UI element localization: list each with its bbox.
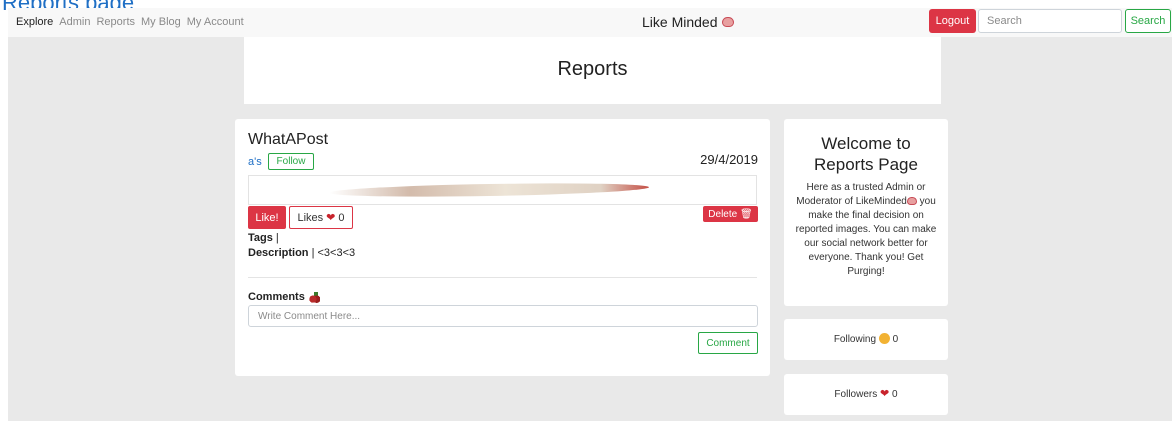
app-container: Explore Admin Reports My Blog My Account… [8, 8, 1172, 421]
post-divider [248, 277, 757, 278]
search-input[interactable] [978, 9, 1122, 33]
likes-label: Likes [297, 211, 324, 224]
comments-label: Comments [248, 291, 305, 303]
likes-count: 0 [338, 211, 345, 224]
post-card: WhatAPost a's Follow 29/4/2019 Like! Lik… [235, 119, 770, 376]
followers-label: Followers [834, 389, 878, 400]
welcome-title-line-2: Reports Page [814, 155, 918, 174]
nav-link-explore[interactable]: Explore [16, 16, 53, 28]
brain-icon [906, 197, 917, 206]
nav-links: Explore Admin Reports My Blog My Account [16, 16, 244, 28]
post-date: 29/4/2019 [700, 152, 758, 167]
welcome-title-line-1: Welcome to [821, 134, 911, 153]
welcome-card: Welcome to Reports Page Here as a truste… [784, 119, 948, 306]
tags-label: Tags [248, 232, 273, 244]
post-description: Description | <3<3<3 [248, 247, 355, 259]
welcome-text-part-1: Here as a trusted Admin or Moderator of … [796, 182, 926, 207]
brand[interactable]: Like Minded [642, 14, 734, 30]
header-card: Reports [244, 37, 941, 104]
post-image[interactable] [248, 175, 757, 205]
comment-button[interactable]: Comment [698, 332, 758, 354]
follow-button[interactable]: Follow [268, 153, 314, 170]
nav-link-my-blog[interactable]: My Blog [141, 16, 181, 28]
post-tags: Tags | [248, 232, 279, 244]
tags-value: | [275, 232, 279, 244]
cherry-icon [308, 291, 320, 303]
description-value: | <3<3<3 [311, 247, 356, 259]
heart-icon: ❤ [880, 388, 890, 400]
delete-button[interactable]: Delete 🗑 [703, 206, 758, 222]
navbar: Explore Admin Reports My Blog My Account… [8, 8, 1172, 37]
trash-icon: 🗑 [739, 208, 753, 220]
face-icon [878, 333, 890, 344]
nav-link-admin[interactable]: Admin [59, 16, 90, 28]
post-author-link[interactable]: a's [248, 156, 262, 168]
following-label: Following [833, 334, 877, 345]
following-card[interactable]: Following 0 [784, 319, 948, 360]
page-title: Reports [557, 58, 628, 80]
followers-card[interactable]: Followers ❤ 0 [784, 374, 948, 415]
post-title: WhatAPost [248, 131, 329, 148]
heart-icon: ❤ [326, 212, 336, 224]
delete-label: Delete [708, 208, 738, 220]
brand-label: Like Minded [642, 14, 718, 30]
comment-input[interactable] [248, 305, 758, 327]
nav-link-my-account[interactable]: My Account [187, 16, 244, 28]
welcome-text: Here as a trusted Admin or Moderator of … [794, 181, 938, 279]
following-count: 0 [892, 334, 899, 345]
description-label: Description [248, 247, 309, 259]
followers-count: 0 [892, 389, 898, 400]
nav-link-reports[interactable]: Reports [96, 16, 135, 28]
likes-count-button[interactable]: Likes ❤ 0 [289, 206, 353, 229]
brain-icon [721, 17, 734, 27]
welcome-text-part-2: you make the final decision on reported … [795, 196, 937, 277]
search-button[interactable]: Search [1125, 9, 1171, 33]
welcome-title: Welcome to Reports Page [784, 133, 948, 175]
logout-button[interactable]: Logout [929, 9, 976, 33]
comments-heading: Comments [248, 291, 320, 303]
like-button[interactable]: Like! [248, 206, 286, 229]
post-image-content [328, 181, 650, 199]
